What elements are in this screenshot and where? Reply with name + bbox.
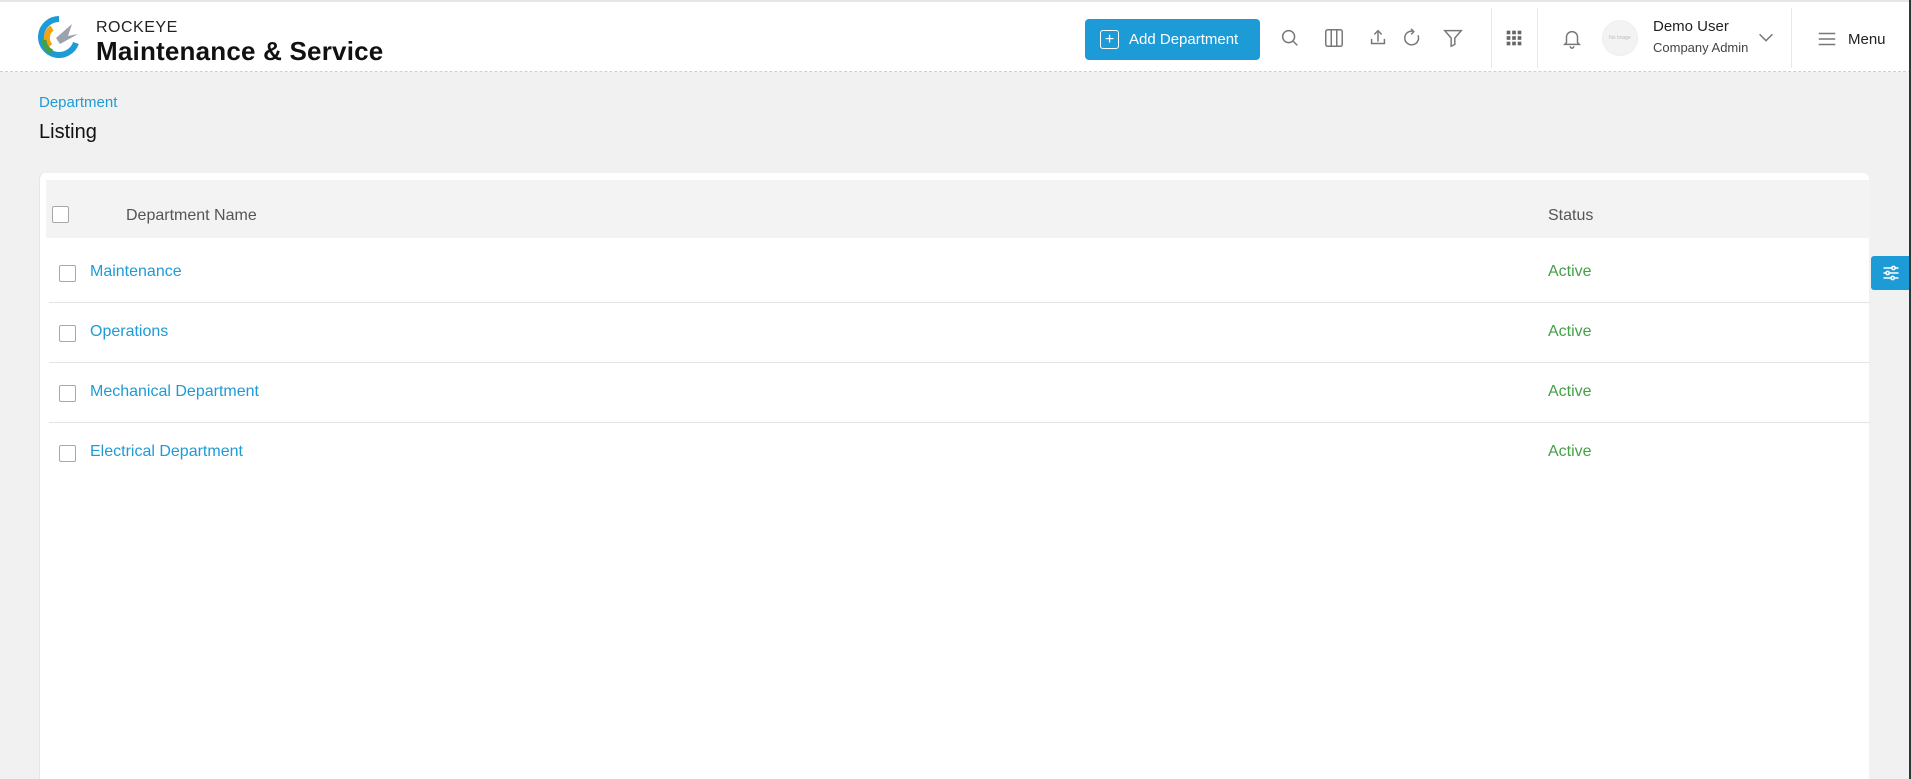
select-all-checkbox[interactable]: [52, 206, 69, 223]
status-text: Active: [1548, 443, 1592, 460]
column-header-department-name[interactable]: Department Name: [126, 207, 257, 225]
status-text: Active: [1548, 383, 1592, 400]
brand-title: Maintenance & Service: [96, 36, 384, 66]
rockeye-logo: [38, 16, 79, 58]
hamburger-icon[interactable]: [1815, 27, 1839, 51]
row-checkbox[interactable]: [59, 265, 76, 282]
table-row[interactable]: Mechanical Department Active: [49, 363, 1870, 423]
page-title: Listing: [39, 121, 97, 143]
chevron-down-icon[interactable]: [1754, 25, 1778, 49]
filter-panel-toggle[interactable]: [1871, 256, 1911, 290]
bell-icon[interactable]: [1560, 26, 1584, 50]
listing-table: Department Name Status Maintenance Activ…: [39, 173, 1870, 779]
department-name-link[interactable]: Mechanical Department: [90, 383, 259, 401]
user-name[interactable]: Demo User: [1653, 18, 1729, 35]
filter-icon[interactable]: [1441, 26, 1465, 50]
table-row[interactable]: Operations Active: [49, 303, 1870, 363]
add-department-label: Add Department: [1129, 31, 1239, 48]
table-row[interactable]: Maintenance Active: [49, 243, 1870, 303]
table-row[interactable]: Electrical Department Active: [49, 423, 1870, 483]
user-role: Company Admin: [1653, 40, 1749, 55]
department-name-link[interactable]: Operations: [90, 323, 168, 341]
row-checkbox[interactable]: [59, 445, 76, 462]
row-checkbox[interactable]: [59, 385, 76, 402]
row-checkbox[interactable]: [59, 325, 76, 342]
add-department-button[interactable]: + Add Department: [1085, 19, 1260, 60]
toolbar-divider: [1791, 8, 1792, 68]
search-icon[interactable]: [1278, 26, 1302, 50]
apps-grid-icon[interactable]: [1502, 26, 1526, 50]
department-name-link[interactable]: Electrical Department: [90, 443, 243, 461]
upload-icon[interactable]: [1366, 26, 1390, 50]
menu-button[interactable]: Menu: [1848, 31, 1886, 48]
breadcrumb[interactable]: Department: [39, 94, 117, 111]
column-header-status[interactable]: Status: [1548, 207, 1593, 225]
avatar[interactable]: No Image: [1602, 20, 1638, 56]
department-name-link[interactable]: Maintenance: [90, 263, 182, 281]
top-bar: ROCKEYE Maintenance & Service + Add Depa…: [0, 0, 1911, 72]
columns-icon[interactable]: [1322, 26, 1346, 50]
brand-small: ROCKEYE: [96, 19, 178, 36]
status-text: Active: [1548, 323, 1592, 340]
plus-icon: +: [1100, 30, 1119, 49]
status-text: Active: [1548, 263, 1592, 280]
table-header: Department Name Status: [46, 180, 1870, 238]
refresh-icon[interactable]: [1400, 26, 1424, 50]
toolbar-divider: [1491, 8, 1492, 68]
filter-sliders-icon: [1883, 265, 1899, 281]
toolbar-divider: [1537, 8, 1538, 68]
